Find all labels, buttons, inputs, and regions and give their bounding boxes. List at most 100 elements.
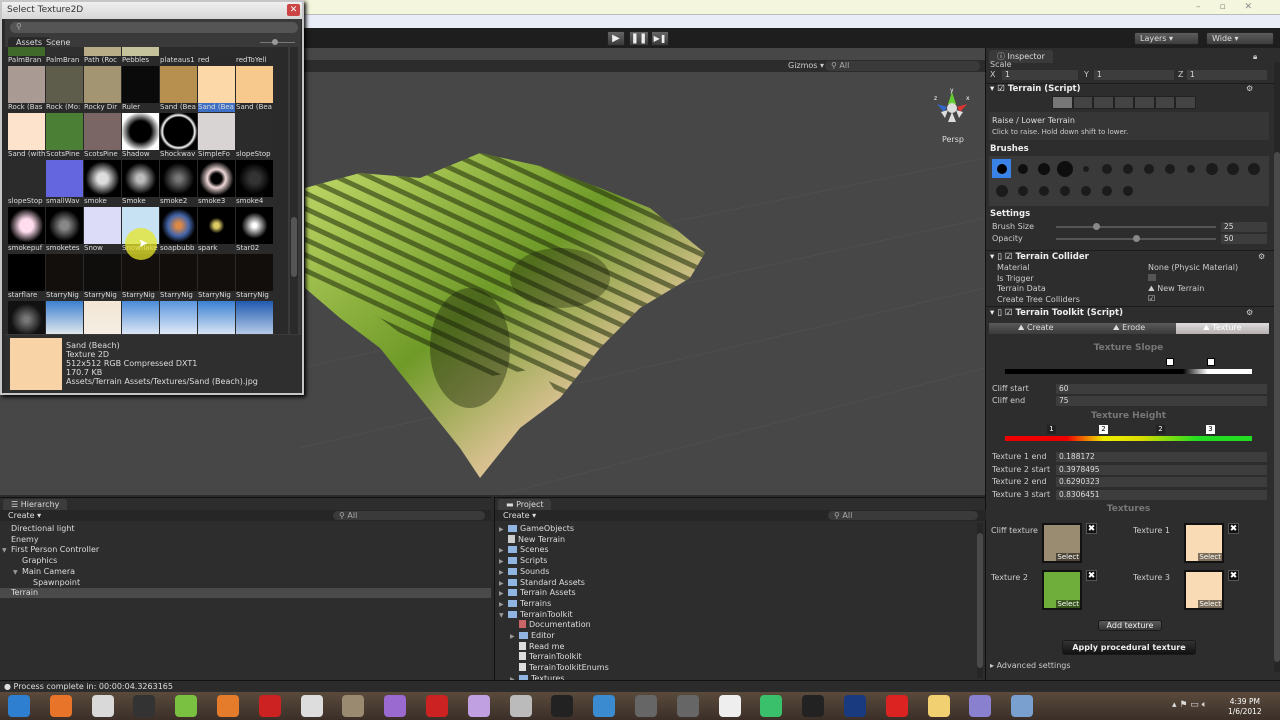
taskbar-premiere-icon[interactable] [384,695,407,717]
texture-thumbnail[interactable]: StarryNig [236,254,273,300]
opacity-slider[interactable] [1056,235,1216,242]
is-trigger-checkbox[interactable] [1148,274,1156,281]
cliff-start-field[interactable]: 60 [1056,384,1267,394]
taskbar-soundbooth-icon[interactable] [342,695,365,717]
brush-option[interactable] [1202,159,1221,178]
brush-option[interactable] [992,159,1011,178]
texture-thumbnail[interactable]: smoke [84,160,121,206]
remove-texture-button[interactable]: ✖ [1086,523,1097,534]
tree-item[interactable]: ▶ Sounds [499,567,549,576]
taskbar-league-icon[interactable] [844,695,866,717]
taskbar-app-icon[interactable] [133,695,156,717]
texture-thumbnail[interactable]: Pebbles [122,47,159,65]
brush-option[interactable] [1076,181,1095,200]
slope-marker-start[interactable] [1166,358,1174,366]
expand-arrow-icon[interactable]: ▶ [499,569,508,576]
texture-thumbnail[interactable]: spark [198,207,235,253]
brush-option[interactable] [1055,181,1074,200]
layers-dropdown[interactable]: Layers ▾ [1134,32,1199,45]
texture-thumbnail[interactable]: slopeStop [236,113,273,159]
taskbar-app10-icon[interactable] [1011,695,1034,717]
tree-item[interactable]: ▼ Main Camera [13,567,75,576]
taskbar-cinema-icon[interactable] [593,695,616,717]
tab-project[interactable]: ▬ Project [498,499,552,510]
texture-height-field[interactable]: 0.188172 [1056,452,1267,462]
texture-thumbnail[interactable]: ScotsPine [46,113,83,159]
add-texture-button[interactable]: Add texture [1098,620,1162,631]
close-button[interactable]: ✕ [287,4,300,16]
height-marker-1[interactable]: 1 [1047,425,1056,434]
project-create-dropdown[interactable]: Create ▾ [503,511,536,520]
terrain-settings-tool-icon[interactable] [1175,96,1197,109]
tree-item[interactable]: ▶ Terrain Assets [499,588,576,597]
taskbar-steam-icon[interactable] [802,695,825,717]
place-trees-tool-icon[interactable] [1134,96,1155,109]
window-controls[interactable]: – ▫ ✕ [1196,2,1260,12]
taskbar-app4-icon[interactable] [467,695,490,717]
brush-option[interactable] [1013,181,1032,200]
texture-thumbnail[interactable]: Sand (Bea [198,66,235,112]
brush-size-slider[interactable] [1056,223,1216,230]
brush-option[interactable] [1118,159,1137,178]
expand-arrow-icon[interactable]: ▼ [13,569,22,576]
terrain-data-field[interactable]: ⛰ New Terrain [1148,284,1204,294]
brush-option[interactable] [1055,159,1074,178]
texture-thumbnail[interactable] [198,301,235,334]
remove-texture-button[interactable]: ✖ [1228,570,1239,581]
tree-item[interactable]: ▶ Scenes [499,545,549,554]
expand-arrow-icon[interactable]: ▶ [499,526,508,533]
tree-item[interactable]: ▼ TerrainToolkit [499,610,573,619]
height-marker-2-end[interactable]: 2 [1156,425,1165,434]
texture-slot[interactable]: Select [1184,523,1224,563]
texture-thumbnail[interactable]: Shadow [122,113,159,159]
taskbar-app6-icon[interactable] [551,695,574,717]
texture-thumbnail[interactable]: Rock (Mo: [46,66,83,112]
texture-thumbnail[interactable] [46,301,83,334]
scale-x-field[interactable]: 1 [1002,70,1078,80]
texture-thumbnail[interactable]: StarryNig [198,254,235,300]
taskbar-unity-icon[interactable] [718,695,741,717]
texture-thumbnail[interactable]: StarryNig [84,254,121,300]
expand-arrow-icon[interactable]: ▶ [499,580,508,587]
tree-item[interactable]: Spawnpoint [24,578,80,587]
texture-thumbnail[interactable]: Rock (Bas [8,66,45,112]
brush-option[interactable] [1097,181,1116,200]
apply-procedural-texture-button[interactable]: Apply procedural texture [1062,640,1196,655]
expand-arrow-icon[interactable]: ▶ [499,601,508,608]
tree-item[interactable]: Enemy [2,535,39,544]
brush-option[interactable] [1160,159,1179,178]
texture-thumbnail[interactable]: Sand (Bea [160,66,197,112]
brush-option[interactable] [1034,181,1053,200]
texture-thumbnail[interactable]: PalmBran [46,47,83,65]
tab-hierarchy[interactable]: ☰ Hierarchy [3,499,68,510]
texture-thumbnail[interactable]: ScotsPine [84,113,121,159]
brush-option[interactable] [1013,159,1032,178]
taskbar-app5-icon[interactable] [509,695,532,717]
taskbar-sims-icon[interactable] [760,695,783,717]
taskbar-acrobat-icon[interactable] [426,695,448,717]
height-marker-3[interactable]: 3 [1206,425,1215,434]
texture-thumbnail[interactable]: StarryNig [160,254,197,300]
tree-item[interactable]: Read me [510,641,564,651]
taskbar-explorer-icon[interactable] [927,695,950,717]
taskbar-app7-icon[interactable] [635,695,657,717]
taskbar-app2-icon[interactable] [258,695,281,717]
taskbar-chrome-icon[interactable] [91,695,114,717]
picker-search-input[interactable]: ⚲ [10,22,298,33]
scale-y-field[interactable]: 1 [1094,70,1174,80]
texture-thumbnail[interactable]: redToYell [236,47,273,65]
brush-option[interactable] [1076,159,1095,178]
select-texture-button[interactable]: Select [1056,600,1080,608]
settings-gear-icon[interactable]: ⚙ [1246,84,1253,93]
paint-texture-tool-icon[interactable] [1113,96,1135,109]
gizmos-dropdown[interactable]: Gizmos ▾ [788,61,824,70]
cliff-end-field[interactable]: 75 [1056,396,1267,406]
select-texture-button[interactable]: Select [1056,553,1080,561]
tree-item[interactable]: ▶ Terrains [499,599,551,608]
toolkit-gear-icon[interactable]: ⚙ [1246,308,1253,317]
terrain-toolkit-header[interactable]: ▾ ▯ ☑ Terrain Toolkit (Script) [990,308,1123,318]
scale-z-field[interactable]: 1 [1187,70,1267,80]
texture-thumbnail[interactable]: StarryNig [122,254,159,300]
texture-thumbnail[interactable]: StarryNig [46,254,83,300]
persp-label[interactable]: Persp [942,135,964,144]
